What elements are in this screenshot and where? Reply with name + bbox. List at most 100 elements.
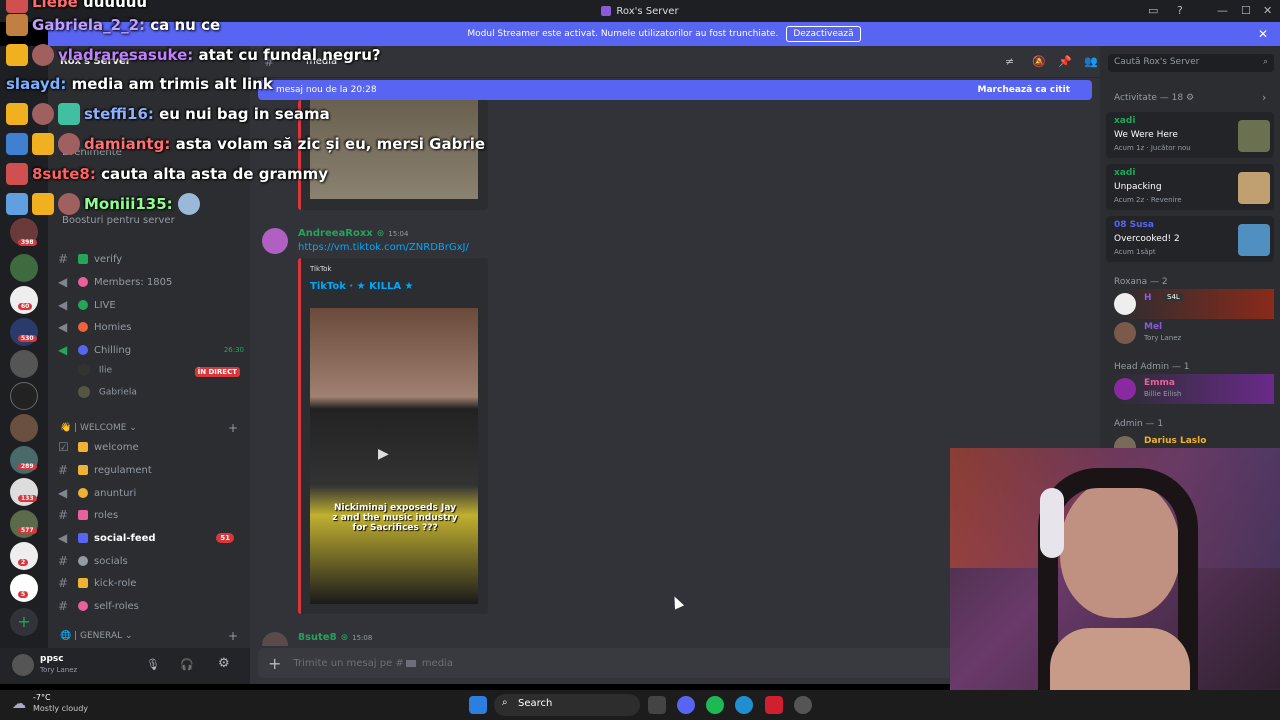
taskbar-search[interactable]: ⌕ Search [494,694,640,716]
category-welcome[interactable]: 👋 | WELCOME ⌄ [60,423,137,433]
message-header: 8sute8 ⊛ 15:08 [298,632,372,643]
channel-roles[interactable]: # roles [58,505,244,525]
member-item[interactable]: Mel Tory Lanez [1114,318,1274,348]
chevron-right-icon[interactable]: › [1262,91,1266,104]
add-server-icon[interactable]: + [10,608,38,636]
user-status: Tory Lanez [40,666,78,674]
game-thumbnail [1238,120,1270,152]
crown-badge-icon [6,44,28,66]
member-status: Tory Lanez [1144,334,1182,342]
embed-title[interactable]: TikTok · ★ KILLA ★ [310,281,414,292]
obs-app-icon[interactable] [794,696,812,714]
member-item[interactable]: Emma Billie Eilish [1114,374,1274,404]
rules-icon: ☑ [58,440,69,454]
channel-members-count[interactable]: ◀ Members: 1805 [58,272,244,292]
chat-message: damiantg: asta volam să zic și eu, mersi… [6,130,485,158]
activity-card[interactable]: xadi We Were Here Acum 1z · Jucător nou [1106,112,1274,158]
hash-icon: # [58,508,69,522]
server-badge: 398 [18,239,37,246]
inbox-icon[interactable]: ▭ [1148,4,1158,17]
channel-live[interactable]: ◀ LIVE [58,295,244,315]
sparkle-emoji-icon [78,578,88,588]
server-icon[interactable] [10,254,38,282]
activity-header-label: Activitate — 18 [1114,93,1184,103]
member-item[interactable]: H S4L [1114,289,1274,319]
activity-header: Activitate — 18 ⚙ [1114,93,1195,103]
channel-homies[interactable]: ◀ Homies [58,317,244,337]
threads-icon[interactable]: ≠ [1005,55,1014,68]
channel-self-roles[interactable]: # self-roles [58,596,244,616]
server-icon[interactable] [10,382,38,410]
chat-user: vladraresasuke: [58,46,194,64]
message-author[interactable]: AndreeaRoxx [298,228,373,239]
channel-label: kick-role [94,577,137,589]
add-channel-icon[interactable]: + [228,629,238,643]
gear-icon[interactable]: ⚙ [218,656,230,671]
server-badge: 289 [18,463,37,470]
microphone-icon[interactable]: 🎙 [146,658,160,671]
member-list-icon[interactable]: 👥 [1084,55,1098,68]
channel-anunturi[interactable]: ◀ anunturi [58,483,244,503]
maximize-icon[interactable]: ☐ [1241,4,1251,17]
search-input[interactable]: Caută Rox's Server ⌕ [1108,54,1274,72]
chat-badge-icon [58,103,80,125]
composer-channel: media [421,657,453,669]
channel-regulament[interactable]: # regulament [58,460,244,480]
channel-welcome[interactable]: ☑ welcome [58,437,244,457]
headphones-icon[interactable]: 🎧 [180,658,194,671]
voice-user-name: Ilie [98,365,113,376]
channel-social-feed[interactable]: ◀ social-feed 51 [58,528,244,548]
edge-app-icon[interactable] [735,696,753,714]
video-thumbnail[interactable]: ▶ Nickiminaj exposeds Jay z and the musi… [310,308,478,604]
avatar [78,364,90,376]
weather-temp[interactable]: -7°C [33,693,51,702]
weather-icon[interactable]: ☁ [12,696,26,712]
avatar[interactable] [262,228,288,254]
activity-card[interactable]: 08 Susa Overcooked! 2 Acum 1săpt [1106,216,1274,262]
emoji-icon [78,442,88,452]
role-section-title: Admin — 1 [1114,419,1164,429]
channel-kick-role[interactable]: # kick-role [58,573,244,593]
message-author[interactable]: 8sute8 [298,632,337,643]
blue-heart-icon [78,345,88,355]
spotify-app-icon[interactable] [706,696,724,714]
channel-socials[interactable]: # socials [58,551,244,571]
channel-label: LIVE [94,299,116,311]
discord-app-icon[interactable] [677,696,695,714]
message-link[interactable]: https://vm.tiktok.com/ZNRDBrGxJ/ [298,242,469,253]
task-view-icon[interactable] [648,696,666,714]
app-icon[interactable] [765,696,783,714]
windows-start-icon[interactable] [469,696,487,714]
weather-desc[interactable]: Mostly cloudy [33,704,88,713]
channel-label: verify [94,253,123,265]
close-banner-icon[interactable]: ✕ [1258,27,1268,41]
mark-read-button[interactable]: Marchează ca citit [978,85,1070,95]
server-icon[interactable] [10,414,38,442]
disable-streamer-button[interactable]: Dezactivează [786,26,861,42]
voice-user[interactable]: Gabriela [78,386,137,404]
chat-user: Liebe [32,0,78,11]
new-messages-bar[interactable]: mesaj nou de la 20:28 Marchează ca citit [258,80,1092,100]
channel-label: Members: 1805 [94,276,173,288]
channel-label: welcome [94,441,139,453]
voice-user[interactable]: Ilie ÎN DIRECT [78,364,240,382]
avatar[interactable] [12,654,34,676]
emoji-icon [78,533,88,543]
add-attachment-icon[interactable]: + [268,654,281,673]
badge-icon: ⊛ [376,228,385,239]
chat-badge-icon [6,133,28,155]
green-heart-icon [78,300,88,310]
chat-badge-icon [6,14,28,36]
activity-card[interactable]: xadi Unpacking Acum 2z · Revenire [1106,164,1274,210]
add-channel-icon[interactable]: + [228,421,238,435]
category-general[interactable]: 🌐 | GENERAL ⌄ [60,631,133,641]
close-window-icon[interactable]: ✕ [1263,4,1272,17]
channel-chilling[interactable]: ◀ Chilling 26:30 [58,340,244,360]
play-icon[interactable]: ▶ [378,446,389,462]
minimize-icon[interactable]: — [1217,4,1228,17]
help-icon[interactable]: ? [1177,4,1183,17]
notifications-icon[interactable]: 🔕 [1032,55,1046,68]
pin-icon[interactable]: 📌 [1058,55,1072,68]
server-icon[interactable] [10,350,38,378]
channel-verify[interactable]: # verify [58,249,244,269]
